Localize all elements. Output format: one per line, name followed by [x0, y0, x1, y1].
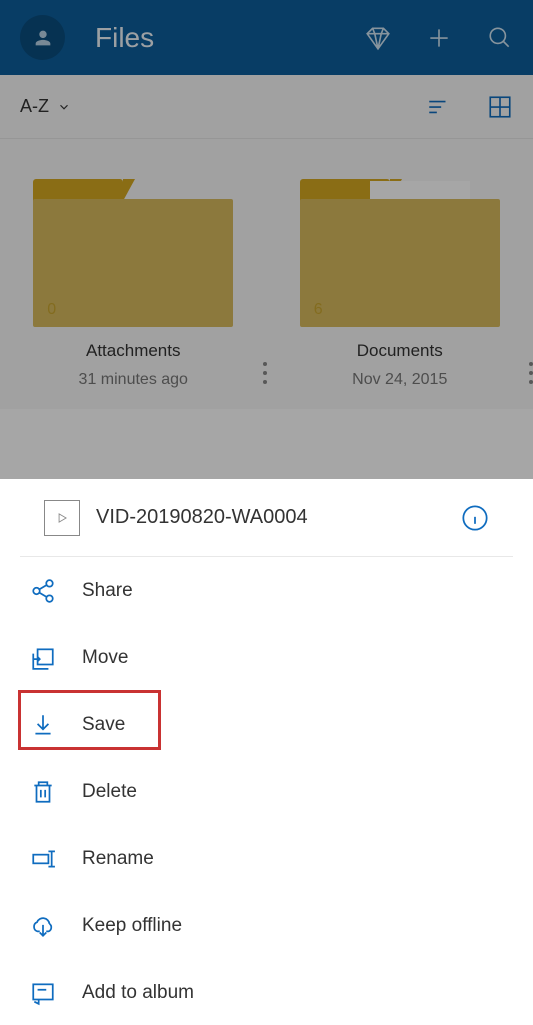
share-icon [30, 578, 56, 604]
delete-label: Delete [82, 781, 137, 803]
overlay-backdrop[interactable] [0, 0, 533, 479]
video-thumbnail [44, 500, 80, 536]
move-label: Move [82, 647, 128, 669]
info-button[interactable] [461, 504, 489, 532]
play-icon [55, 511, 69, 525]
album-icon [30, 980, 56, 1006]
rename-label: Rename [82, 848, 154, 870]
info-icon [461, 504, 489, 532]
sheet-title: VID-20190820-WA0004 [96, 506, 461, 529]
trash-icon [30, 779, 56, 805]
save-item[interactable]: Save [0, 691, 533, 758]
add-to-album-item[interactable]: Add to album [0, 959, 533, 1025]
keep-offline-item[interactable]: Keep offline [0, 892, 533, 959]
delete-item[interactable]: Delete [0, 758, 533, 825]
rename-icon [30, 846, 56, 872]
sheet-header: VID-20190820-WA0004 [20, 479, 513, 557]
move-item[interactable]: Move [0, 624, 533, 691]
rename-item[interactable]: Rename [0, 825, 533, 892]
share-label: Share [82, 580, 133, 602]
download-icon [30, 712, 56, 738]
cloud-download-icon [30, 913, 56, 939]
action-sheet: VID-20190820-WA0004 Share Move Save Dele… [0, 479, 533, 1025]
add-to-album-label: Add to album [82, 982, 194, 1004]
move-icon [30, 645, 56, 671]
share-item[interactable]: Share [0, 557, 533, 624]
save-label: Save [82, 714, 125, 736]
keep-offline-label: Keep offline [82, 915, 182, 937]
